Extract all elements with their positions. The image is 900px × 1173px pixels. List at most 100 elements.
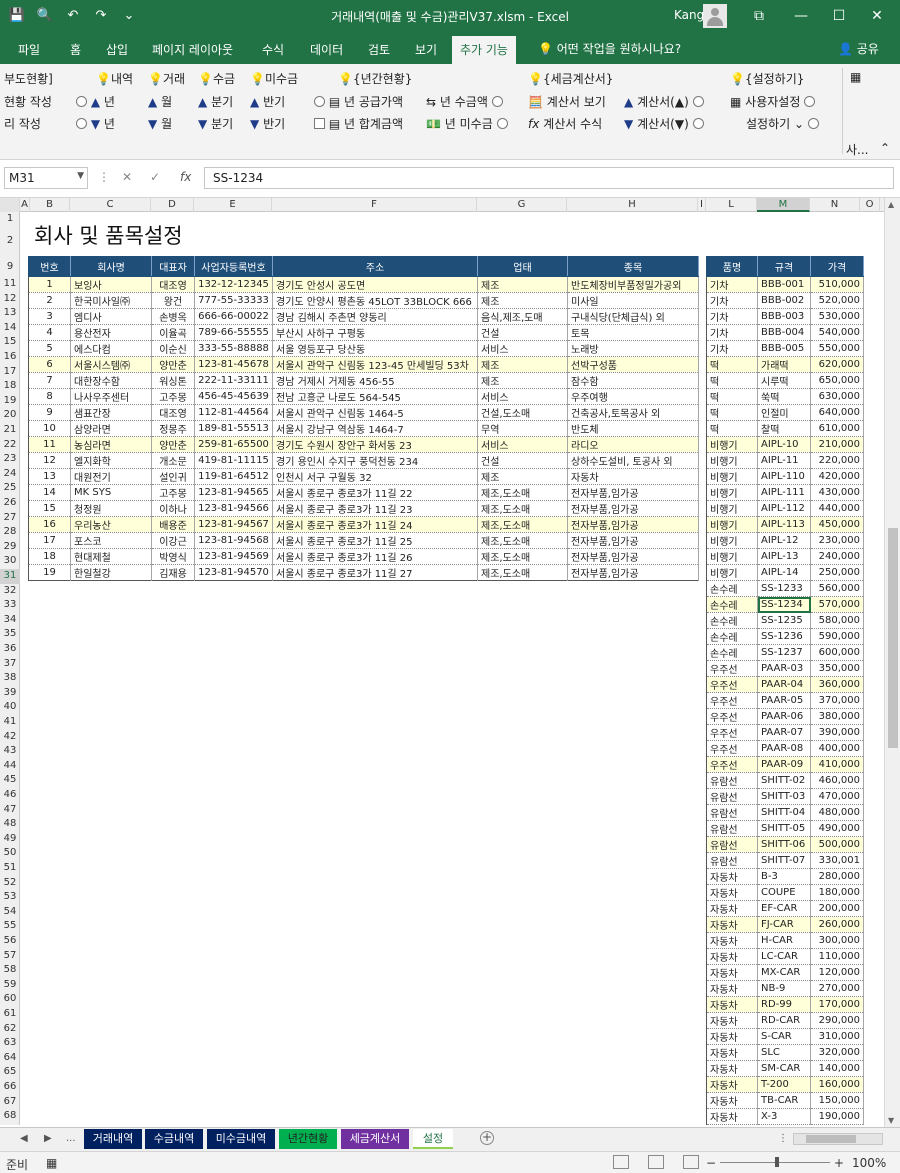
row-header[interactable]: 16 [0, 350, 20, 365]
table-cell[interactable]: 왕건 [151, 292, 195, 309]
maximize-button[interactable]: ☐ [826, 4, 852, 28]
avatar[interactable] [703, 4, 727, 28]
status-write-button[interactable]: 현황 작성 [4, 93, 52, 110]
row-header[interactable]: 43 [0, 744, 20, 759]
table-cell[interactable]: AIPL-10 [757, 436, 811, 453]
row-header[interactable]: 28 [0, 525, 20, 540]
table-cell[interactable]: 430,000 [810, 484, 864, 501]
column-header-selected[interactable]: M [757, 198, 810, 212]
table-cell[interactable]: 포스코 [70, 532, 152, 549]
radio-button[interactable] [76, 96, 87, 107]
table-cell[interactable]: 제조,도소매 [477, 548, 568, 565]
table-cell[interactable]: 현대제철 [70, 548, 152, 565]
table-cell[interactable]: 419-81-11115 [194, 452, 273, 469]
worksheet-grid[interactable]: 회사 및 품목설정 번호 회사명 대표자 사업자등록번호 주소 업태 종목 1 보잉사 대조영 1… [21, 212, 884, 1125]
table-cell[interactable]: 한국미사일㈜ [70, 292, 152, 309]
table-cell[interactable]: 자동차 [706, 916, 758, 933]
table-cell[interactable]: 123-81-94566 [194, 500, 273, 517]
table-cell[interactable]: 290,000 [810, 1012, 864, 1029]
table-cell[interactable]: 나사우주센터 [70, 388, 152, 405]
table-cell[interactable]: 480,000 [810, 804, 864, 821]
table-cell[interactable]: 460,000 [810, 772, 864, 789]
table-cell[interactable]: AIPL-111 [757, 484, 811, 501]
row-header[interactable]: 38 [0, 671, 20, 686]
table-cell[interactable]: 119-81-64512 [194, 468, 273, 485]
table-cell[interactable]: 우주선 [706, 692, 758, 709]
radio-button[interactable] [692, 96, 704, 107]
column-header[interactable]: C [70, 198, 151, 212]
share-button[interactable]: 👤 공유 [838, 40, 879, 57]
radio-button[interactable] [314, 96, 325, 107]
row-header[interactable]: 25 [0, 481, 20, 496]
cancel-icon[interactable]: ✕ [122, 170, 132, 184]
table-cell[interactable]: 유람선 [706, 788, 758, 805]
table-cell[interactable]: 비행기 [706, 532, 758, 549]
table-cell[interactable]: 제조,도소매 [477, 484, 568, 501]
table-cell[interactable]: 손수레 [706, 612, 758, 629]
table-cell[interactable]: 333-55-88888 [194, 340, 273, 357]
table-cell[interactable]: 123-81-94567 [194, 516, 273, 533]
table-cell[interactable]: 7 [28, 372, 71, 389]
gallery-icon[interactable]: ▦ [850, 70, 861, 84]
name-box[interactable]: M31 ▼ [4, 167, 88, 189]
table-cell[interactable]: 222-11-33111 [194, 372, 273, 389]
scroll-thumb[interactable] [806, 1135, 856, 1143]
table-cell[interactable]: 580,000 [810, 612, 864, 629]
half-up-button[interactable]: ▲ 반기 [250, 93, 285, 110]
row-header[interactable]: 32 [0, 584, 20, 599]
table-cell[interactable]: BBB-001 [757, 276, 811, 293]
collection-button[interactable]: 💡수금 [198, 70, 235, 87]
radio-button[interactable] [491, 96, 503, 107]
table-cell[interactable]: 제조,도소매 [477, 500, 568, 517]
table-cell[interactable]: 토목 [567, 324, 699, 341]
table-cell[interactable]: 서울시 종로구 종로3가 11길 23 [272, 500, 478, 517]
month-up-button[interactable]: ▲ 월 [148, 93, 172, 110]
table-cell[interactable]: EF-CAR [757, 900, 811, 917]
half-down-button[interactable]: ▼ 반기 [250, 115, 285, 132]
table-cell[interactable]: 유람선 [706, 852, 758, 869]
table-cell[interactable]: X-3 [757, 1108, 811, 1125]
table-cell[interactable]: 390,000 [810, 724, 864, 741]
annual-sum-option[interactable]: ▤ 년 합계금액 [314, 115, 403, 132]
table-cell[interactable]: 600,000 [810, 644, 864, 661]
table-cell[interactable]: 우주선 [706, 708, 758, 725]
table-cell[interactable]: 건설,도소매 [477, 404, 568, 421]
table-cell[interactable]: SHITT-04 [757, 804, 811, 821]
table-cell[interactable]: 제조,도소매 [477, 532, 568, 549]
row-header[interactable]: 13 [0, 306, 20, 321]
table-cell[interactable]: 비행기 [706, 468, 758, 485]
table-cell[interactable]: 엠디사 [70, 308, 152, 325]
row-header[interactable]: 49 [0, 832, 20, 847]
table-cell[interactable]: 5 [28, 340, 71, 357]
tab-insert[interactable]: 삽입 [106, 41, 128, 58]
minimize-button[interactable]: — [788, 4, 814, 28]
row-header[interactable]: 54 [0, 905, 20, 920]
table-cell[interactable]: 제조,도소매 [477, 564, 568, 581]
table-cell[interactable]: 220,000 [810, 452, 864, 469]
table-cell[interactable]: 123-81-94568 [194, 532, 273, 549]
normal-view-icon[interactable] [613, 1155, 629, 1169]
history-button[interactable]: 💡내역 [96, 70, 133, 87]
vertical-scrollbar[interactable]: ▲ ▼ [884, 198, 900, 1127]
table-cell[interactable]: 490,000 [810, 820, 864, 837]
table-cell[interactable]: 210,000 [810, 436, 864, 453]
table-cell[interactable]: 쑥떡 [757, 388, 811, 405]
table-cell[interactable]: 건축공사,토목공사 외 [567, 404, 699, 421]
table-cell[interactable]: 손수레 [706, 628, 758, 645]
table-cell[interactable]: LC-CAR [757, 948, 811, 965]
table-cell[interactable]: AIPL-12 [757, 532, 811, 549]
table-cell[interactable]: T-200 [757, 1076, 811, 1093]
table-cell[interactable]: 건설 [477, 324, 568, 341]
table-cell[interactable]: 이순신 [151, 340, 195, 357]
table-cell[interactable]: AIPL-14 [757, 564, 811, 581]
table-cell[interactable]: 손병옥 [151, 308, 195, 325]
table-cell[interactable]: 서울시 관악구 신림동 1464-5 [272, 404, 478, 421]
row-header[interactable]: 63 [0, 1036, 20, 1051]
table-cell[interactable]: 230,000 [810, 532, 864, 549]
row-header[interactable]: 19 [0, 394, 20, 409]
row-header[interactable]: 62 [0, 1022, 20, 1037]
table-cell[interactable]: SHITT-02 [757, 772, 811, 789]
table-cell[interactable]: 떡 [706, 420, 758, 437]
row-header[interactable]: 23 [0, 452, 20, 467]
table-cell[interactable]: 경기 용인시 수지구 풍덕천동 234 [272, 452, 478, 469]
